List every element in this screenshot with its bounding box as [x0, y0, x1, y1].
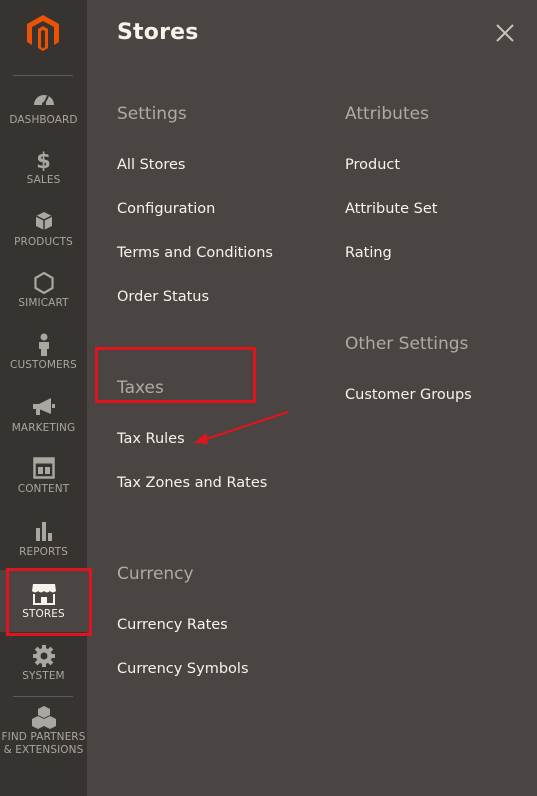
link-tax-rules[interactable]: Tax Rules — [117, 431, 185, 447]
nav-system[interactable]: SYSTEM — [0, 644, 87, 683]
customer-person-icon — [0, 333, 87, 359]
nav-sales[interactable]: $ SALES — [0, 148, 87, 187]
nav-customers-label: CUSTOMERS — [10, 359, 77, 371]
nav-dashboard-label: DASHBOARD — [9, 114, 78, 126]
dollar-icon: $ — [36, 149, 51, 173]
admin-sidebar: DASHBOARD $ SALES PRODUCTS SIMICART CUST… — [0, 0, 92, 796]
cubes-icon — [0, 705, 87, 731]
nav-find-partners-label-2: & EXTENSIONS — [3, 744, 84, 756]
magento-logo-icon — [27, 15, 59, 51]
link-terms-and-conditions[interactable]: Terms and Conditions — [117, 245, 273, 261]
link-all-stores[interactable]: All Stores — [117, 157, 185, 173]
magento-logo[interactable] — [25, 14, 61, 52]
nav-simicart[interactable]: SIMICART — [0, 271, 87, 310]
link-order-status[interactable]: Order Status — [117, 289, 209, 305]
nav-simicart-label: SIMICART — [18, 297, 69, 309]
link-attribute-set[interactable]: Attribute Set — [345, 201, 437, 217]
section-settings-title: Settings — [117, 104, 187, 124]
nav-dashboard[interactable]: DASHBOARD — [0, 88, 87, 127]
nav-reports-label: REPORTS — [19, 546, 68, 558]
link-rating[interactable]: Rating — [345, 245, 392, 261]
link-customer-groups[interactable]: Customer Groups — [345, 387, 472, 403]
megaphone-icon — [0, 396, 87, 422]
products-box-icon — [0, 210, 87, 236]
dashboard-icon — [0, 88, 87, 114]
link-currency-rates[interactable]: Currency Rates — [117, 617, 228, 633]
sidebar-divider — [13, 75, 73, 76]
nav-content-label: CONTENT — [17, 483, 70, 495]
nav-content[interactable]: CONTENT — [0, 457, 87, 496]
stores-highlight-box — [6, 568, 92, 636]
gear-icon — [0, 644, 87, 670]
link-product[interactable]: Product — [345, 157, 400, 173]
link-tax-zones-and-rates[interactable]: Tax Zones and Rates — [117, 475, 267, 491]
nav-find-partners[interactable]: FIND PARTNERS & EXTENSIONS — [0, 705, 87, 757]
panel-title: Stores — [117, 20, 199, 45]
nav-marketing[interactable]: MARKETING — [0, 396, 87, 435]
section-other-settings-title: Other Settings — [345, 334, 469, 354]
nav-products-label: PRODUCTS — [14, 236, 73, 248]
nav-marketing-label: MARKETING — [11, 422, 76, 434]
section-currency-title: Currency — [117, 564, 194, 584]
nav-sales-label: SALES — [26, 174, 61, 186]
taxes-highlight-box — [95, 347, 256, 403]
annotation-arrow — [194, 410, 289, 444]
nav-system-label: SYSTEM — [22, 670, 65, 682]
nav-reports[interactable]: REPORTS — [0, 520, 87, 559]
nav-customers[interactable]: CUSTOMERS — [0, 333, 87, 372]
section-attributes-title: Attributes — [345, 104, 429, 124]
close-button[interactable] — [494, 22, 516, 44]
nav-products[interactable]: PRODUCTS — [0, 210, 87, 249]
bar-chart-icon — [0, 520, 87, 546]
hexagon-icon — [0, 271, 87, 297]
nav-find-partners-label: FIND PARTNERS — [1, 731, 86, 743]
content-layout-icon — [0, 457, 87, 483]
close-icon — [496, 24, 514, 42]
sidebar-divider-bottom — [13, 696, 73, 697]
link-configuration[interactable]: Configuration — [117, 201, 215, 217]
link-currency-symbols[interactable]: Currency Symbols — [117, 661, 249, 677]
